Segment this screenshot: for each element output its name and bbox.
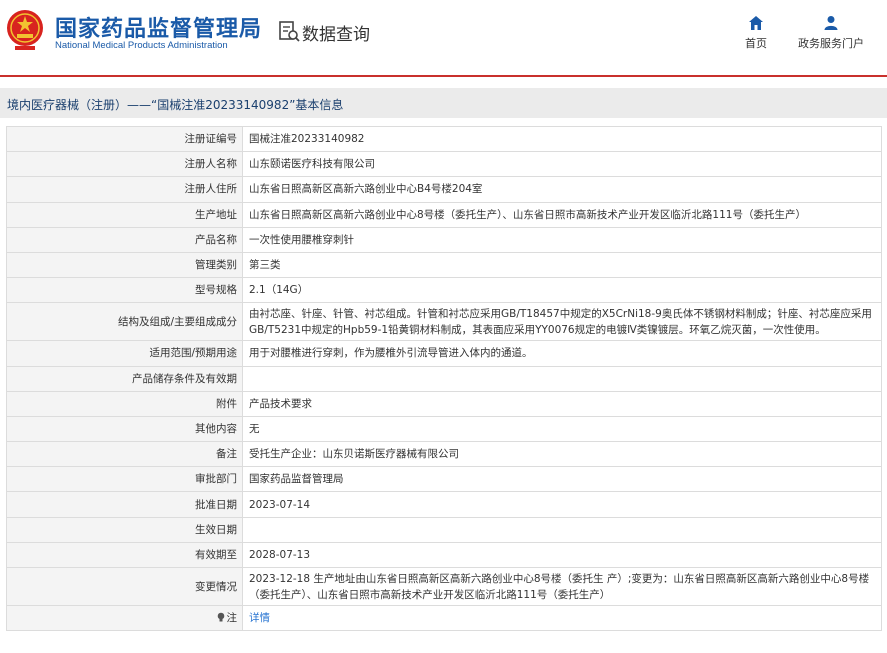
- table-row: 产品名称 一次性使用腰椎穿刺针: [6, 226, 882, 253]
- table-row: 审批部门 国家药品监督管理局: [6, 466, 882, 493]
- header-divider: [0, 75, 887, 77]
- table-row: 结构及组成/主要组成成分 由衬芯座、针座、针管、衬芯组成。针管和衬芯应采用GB/T…: [6, 302, 882, 342]
- field-value: 产品技术要求: [242, 390, 882, 417]
- field-label: 管理类别: [6, 251, 243, 279]
- table-row: 备注 受托生产企业：山东贝诺斯医疗器械有限公司: [6, 441, 882, 468]
- table-row: 生效日期: [6, 516, 882, 543]
- field-value: [242, 516, 882, 543]
- nav-gov-service-label: 政务服务门户: [798, 37, 864, 50]
- field-value: 由衬芯座、针座、针管、衬芯组成。针管和衬芯应采用GB/T18457中规定的X5C…: [242, 302, 882, 342]
- field-value: 受托生产企业：山东贝诺斯医疗器械有限公司: [242, 441, 882, 468]
- table-row: 注册人住所 山东省日照高新区高新六路创业中心B4号楼204室: [6, 176, 882, 203]
- table-row: 生产地址 山东省日照高新区高新六路创业中心8号楼（委托生产）、山东省日照市高新技术…: [6, 201, 882, 228]
- table-row: 型号规格 2.1（14G）: [6, 277, 882, 304]
- details-link[interactable]: 详情: [249, 612, 270, 624]
- field-label: 产品储存条件及有效期: [6, 365, 243, 392]
- field-label: 生产地址: [6, 201, 243, 228]
- field-label: 有效期至: [6, 541, 243, 569]
- table-row: 有效期至 2028-07-13: [6, 541, 882, 569]
- breadcrumb: 境内医疗器械（注册）——“国械注准20233140982”基本信息: [7, 98, 344, 112]
- site-title-cn: 国家药品监督管理局: [55, 17, 263, 42]
- field-label: 注册人住所: [6, 176, 243, 203]
- field-value: 2023-12-18 生产地址由山东省日照高新区高新六路创业中心8号楼（委托生 …: [242, 567, 882, 606]
- field-value: 2023-07-14: [242, 491, 882, 518]
- table-row: 变更情况 2023-12-18 生产地址由山东省日照高新区高新六路创业中心8号楼（…: [6, 567, 882, 606]
- site-title-en: National Medical Products Administration: [55, 40, 228, 51]
- national-emblem-icon: [7, 10, 43, 50]
- bulb-icon: [217, 612, 224, 622]
- home-icon: [749, 16, 763, 30]
- data-query-icon: [279, 21, 300, 42]
- table-row: 注 详情: [6, 604, 882, 632]
- person-icon: [824, 16, 838, 30]
- field-label: 产品名称: [6, 226, 243, 253]
- table-row: 附件 产品技术要求: [6, 390, 882, 417]
- field-label: 注册证编号: [6, 125, 243, 153]
- field-label: 注: [6, 604, 243, 632]
- field-value: [242, 365, 882, 392]
- nav-gov-service-link[interactable]: 政务服务门户: [796, 15, 866, 51]
- field-value: 2028-07-13: [242, 541, 882, 569]
- field-value: 山东省日照高新区高新六路创业中心B4号楼204室: [242, 176, 882, 203]
- field-label: 附件: [6, 390, 243, 417]
- field-label: 型号规格: [6, 277, 243, 304]
- table-row: 注册证编号 国械注准20233140982: [6, 125, 882, 153]
- field-label: 批准日期: [6, 491, 243, 518]
- field-value: 详情: [242, 604, 882, 632]
- field-value: 山东省日照高新区高新六路创业中心8号楼（委托生产）、山东省日照市高新技术产业开发…: [242, 201, 882, 228]
- field-value: 用于对腰椎进行穿刺，作为腰椎外引流导管进入体内的通道。: [242, 340, 882, 367]
- nav-home-label: 首页: [745, 37, 767, 50]
- field-label: 备注: [6, 441, 243, 468]
- field-label: 结构及组成/主要组成成分: [6, 302, 243, 342]
- table-row: 管理类别 第三类: [6, 251, 882, 279]
- field-value: 国械注准20233140982: [242, 125, 882, 153]
- table-row: 其他内容无: [6, 415, 882, 443]
- table-row: 适用范围/预期用途 用于对腰椎进行穿刺，作为腰椎外引流导管进入体内的通道。: [6, 340, 882, 367]
- field-label: 变更情况: [6, 567, 243, 606]
- field-label: 生效日期: [6, 516, 243, 543]
- field-value: 无: [242, 415, 882, 443]
- field-label: 注册人名称: [6, 151, 243, 178]
- note-label: 注: [226, 612, 238, 625]
- breadcrumb-bar: 境内医疗器械（注册）——“国械注准20233140982”基本信息: [0, 88, 887, 118]
- field-value: 国家药品监督管理局: [242, 466, 882, 493]
- field-value: 一次性使用腰椎穿刺针: [242, 226, 882, 253]
- field-label: 适用范围/预期用途: [6, 340, 243, 367]
- nav-home-link[interactable]: 首页: [741, 15, 771, 51]
- table-row: 批准日期 2023-07-14: [6, 491, 882, 518]
- field-value: 2.1（14G）: [242, 277, 882, 304]
- field-value: 第三类: [242, 251, 882, 279]
- site-header: 国家药品监督管理局 National Medical Products Admi…: [0, 0, 887, 70]
- field-label: 审批部门: [6, 466, 243, 493]
- device-detail-table: 注册证编号 国械注准20233140982 注册人名称 山东颐诺医疗科技有限公司 注…: [6, 125, 882, 632]
- table-row: 产品储存条件及有效期: [6, 365, 882, 392]
- table-row: 注册人名称 山东颐诺医疗科技有限公司: [6, 151, 882, 178]
- field-label: 其他内容: [6, 415, 243, 443]
- page-section-title: 数据查询: [302, 25, 370, 45]
- field-value: 山东颐诺医疗科技有限公司: [242, 151, 882, 178]
